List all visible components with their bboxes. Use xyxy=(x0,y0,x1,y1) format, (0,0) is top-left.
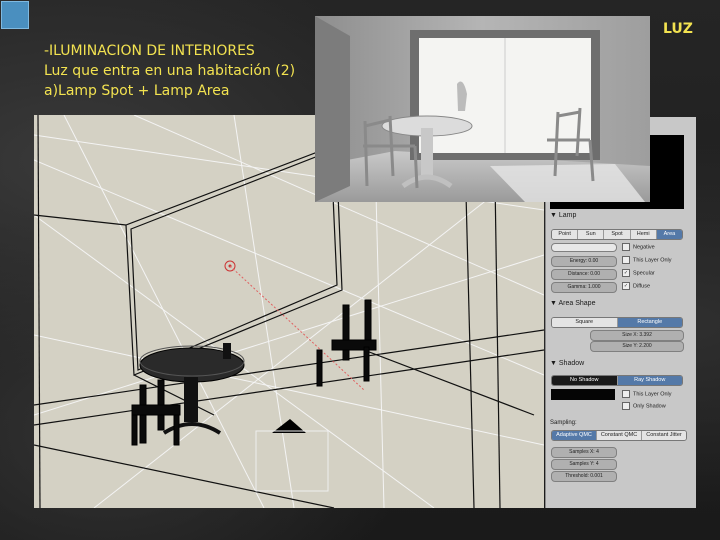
lamp-type-sun[interactable]: Sun xyxy=(578,230,605,239)
samples-x-field[interactable]: Samples X: 4 xyxy=(551,447,617,458)
shadow-type-selector[interactable]: No Shadow Ray Shadow xyxy=(551,375,683,386)
shadow-ray[interactable]: Ray Shadow xyxy=(617,376,682,385)
shadow-section-header[interactable]: ▼ Shadow xyxy=(550,360,688,367)
rendered-room-illustration xyxy=(315,16,650,202)
slide-corner-marker xyxy=(1,1,29,29)
this-layer-only-label: This Layer Only xyxy=(633,257,672,264)
only-shadow-checkbox[interactable]: Only Shadow xyxy=(622,402,666,411)
lamp-type-area[interactable]: Area xyxy=(656,230,682,239)
sampling-constant-jitter[interactable]: Constant Jitter xyxy=(642,431,686,440)
area-shape-section-header[interactable]: ▼ Area Shape xyxy=(550,300,688,307)
sampling-label: Sampling: xyxy=(550,420,577,426)
negative-checkbox[interactable]: Negative xyxy=(622,243,655,252)
lamp-section-label: Lamp xyxy=(558,212,577,219)
size-x-field[interactable]: Size X: 3.392 xyxy=(590,330,684,341)
specular-label: Specular xyxy=(633,270,655,277)
shape-rectangle[interactable]: Rectangle xyxy=(617,318,682,327)
expand-triangle-icon: ▼ xyxy=(550,300,557,307)
diffuse-label: Diffuse xyxy=(633,283,651,290)
gamma-field[interactable]: Gamma: 1.000 xyxy=(551,282,617,293)
samples-y-field[interactable]: Samples Y: 4 xyxy=(551,459,617,470)
shape-square[interactable]: Square xyxy=(552,318,618,327)
sampling-constant-qmc[interactable]: Constant QMC xyxy=(597,431,642,440)
corner-label: LUZ xyxy=(663,21,693,37)
specular-checkbox[interactable]: ✓ Specular xyxy=(622,269,655,278)
lamp-type-point[interactable]: Point xyxy=(552,230,579,239)
slide-title-block: -ILUMINACION DE INTERIORES Luz que entra… xyxy=(44,41,324,101)
expand-triangle-icon: ▼ xyxy=(550,212,557,219)
shadow-this-layer-label: This Layer Only xyxy=(633,391,672,398)
area-shape-selector[interactable]: Square Rectangle xyxy=(551,317,683,328)
threshold-field[interactable]: Threshold: 0.001 xyxy=(551,471,617,482)
shadow-section-label: Shadow xyxy=(558,360,585,367)
lamp-section-header[interactable]: ▼ Lamp xyxy=(550,212,688,219)
diffuse-checkbox[interactable]: ✓ Diffuse xyxy=(622,282,650,291)
shadow-this-layer-checkbox[interactable]: This Layer Only xyxy=(622,390,672,399)
slide-caption: a)Lamp Spot + Lamp Area xyxy=(44,83,230,99)
distance-field[interactable]: Distance: 0.00 xyxy=(551,269,617,280)
shadow-none[interactable]: No Shadow xyxy=(552,376,618,385)
lamp-type-selector[interactable]: Point Sun Spot Hemi Area xyxy=(551,229,683,240)
expand-triangle-icon: ▼ xyxy=(550,360,557,367)
negative-label: Negative xyxy=(633,244,655,251)
shadow-color-swatch[interactable] xyxy=(551,389,615,400)
slide-title: -ILUMINACION DE INTERIORES xyxy=(44,43,255,59)
lamp-color-swatch[interactable] xyxy=(551,243,617,252)
slide-subtitle: Luz que entra en una habitación (2) xyxy=(44,63,296,79)
lamp-type-hemi[interactable]: Hemi xyxy=(630,230,657,239)
this-layer-only-checkbox[interactable]: This Layer Only xyxy=(622,256,672,265)
only-shadow-label: Only Shadow xyxy=(633,403,666,410)
render-preview-image xyxy=(315,16,650,202)
sampling-adaptive-qmc[interactable]: Adaptive QMC xyxy=(552,431,597,440)
lamp-type-spot[interactable]: Spot xyxy=(604,230,631,239)
sampling-selector[interactable]: Adaptive QMC Constant QMC Constant Jitte… xyxy=(551,430,687,441)
energy-field[interactable]: Energy: 0.00 xyxy=(551,256,617,267)
area-shape-section-label: Area Shape xyxy=(558,300,596,307)
size-y-field[interactable]: Size Y: 2.200 xyxy=(590,341,684,352)
